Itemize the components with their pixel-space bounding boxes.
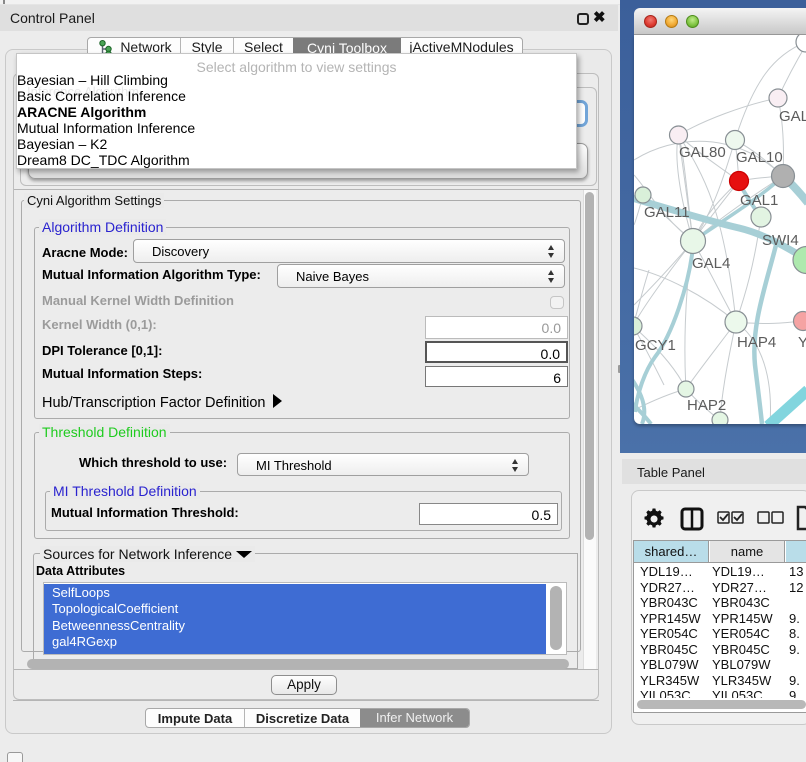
svg-text:GAL10: GAL10	[736, 149, 783, 166]
svg-text:GAL1: GAL1	[740, 192, 778, 209]
svg-text:SWI4: SWI4	[762, 232, 799, 249]
svg-text:HAP4: HAP4	[737, 334, 776, 351]
svg-text:GAL11: GAL11	[644, 204, 690, 221]
svg-text:GAL80: GAL80	[679, 144, 726, 161]
svg-text:HAP2: HAP2	[687, 397, 726, 414]
svg-text:GAL4: GAL4	[692, 255, 730, 272]
svg-text:Y: Y	[798, 334, 806, 351]
svg-text:GCY1: GCY1	[635, 337, 676, 354]
svg-text:GAL: GAL	[779, 108, 806, 125]
